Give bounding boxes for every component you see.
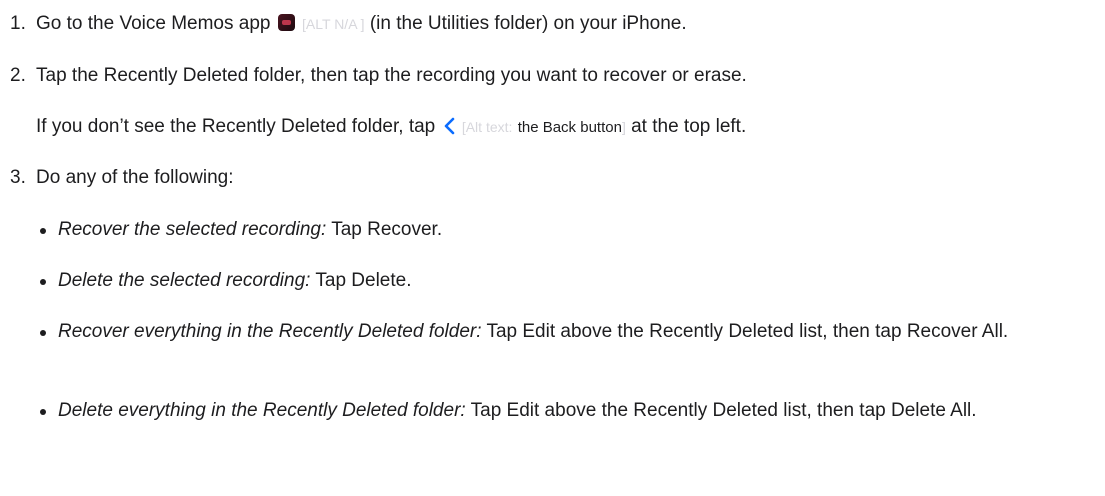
- bullet-body: Tap Edit above the Recently Deleted list…: [486, 321, 1009, 342]
- bullet-item: Delete everything in the Recently Delete…: [36, 397, 1091, 425]
- bullet-text: Delete everything in the Recently Delete…: [36, 397, 1091, 425]
- bullet-dot: [40, 279, 46, 285]
- voice-memos-app-icon: [277, 14, 295, 31]
- back-chevron-icon: [444, 117, 454, 135]
- bullet-label: Recover everything in the Recently Delet…: [58, 321, 482, 342]
- alt-text-placeholder: [ALT N/A ]: [302, 16, 365, 32]
- alt-text-label: the Back button: [517, 119, 622, 136]
- bullet-label: Recover the selected recording:: [58, 219, 327, 240]
- step-3: 3. Do any of the following:: [10, 164, 1095, 192]
- bullet-text: Recover everything in the Recently Delet…: [36, 318, 1091, 346]
- alt-text-suffix: ]: [621, 119, 626, 135]
- step-1: 1. Go to the Voice Memos app [ALT N/A ] (…: [10, 10, 1095, 38]
- bullet-dot: [40, 330, 46, 336]
- bullet-item: Recover the selected recording: Tap Reco…: [36, 216, 1091, 244]
- step-text: Tap the Recently Deleted folder, then ta…: [36, 65, 747, 86]
- bullet-text: Recover the selected recording: Tap Reco…: [36, 216, 1091, 244]
- bullet-dot: [40, 409, 46, 415]
- note-text: If you don’t see the Recently Deleted fo…: [36, 116, 436, 137]
- bullet-item: Delete the selected recording: Tap Delet…: [36, 267, 1091, 295]
- step-2-note: If you don’t see the Recently Deleted fo…: [36, 113, 1095, 142]
- instructions-document: 1. Go to the Voice Memos app [ALT N/A ] (…: [0, 0, 1105, 496]
- step-number: 1.: [10, 13, 26, 34]
- alt-text-prefix: [Alt text:: [461, 119, 513, 135]
- step-text: Do any of the following:: [36, 167, 234, 188]
- bullet-body: Tap Edit above the Recently Deleted list…: [470, 400, 977, 421]
- note-text-continued: at the top left.: [631, 116, 747, 137]
- step-2: 2. Tap the Recently Deleted folder, then …: [10, 62, 1095, 90]
- step-number: 2.: [10, 65, 26, 86]
- bullet-label: Delete everything in the Recently Delete…: [58, 400, 466, 421]
- step-text: Go to the Voice Memos app: [36, 13, 271, 34]
- bullet-text: Delete the selected recording: Tap Delet…: [36, 267, 1091, 295]
- step-number: 3.: [10, 167, 26, 188]
- bullet-body: Tap Recover.: [331, 219, 443, 240]
- step-text-continued: (in the Utilities folder) on your iPhone…: [369, 13, 687, 34]
- bullet-label: Delete the selected recording:: [58, 270, 311, 291]
- bullet-dot: [40, 228, 46, 234]
- bullet-body: Tap Delete.: [315, 270, 412, 291]
- bullet-item: Recover everything in the Recently Delet…: [36, 318, 1091, 346]
